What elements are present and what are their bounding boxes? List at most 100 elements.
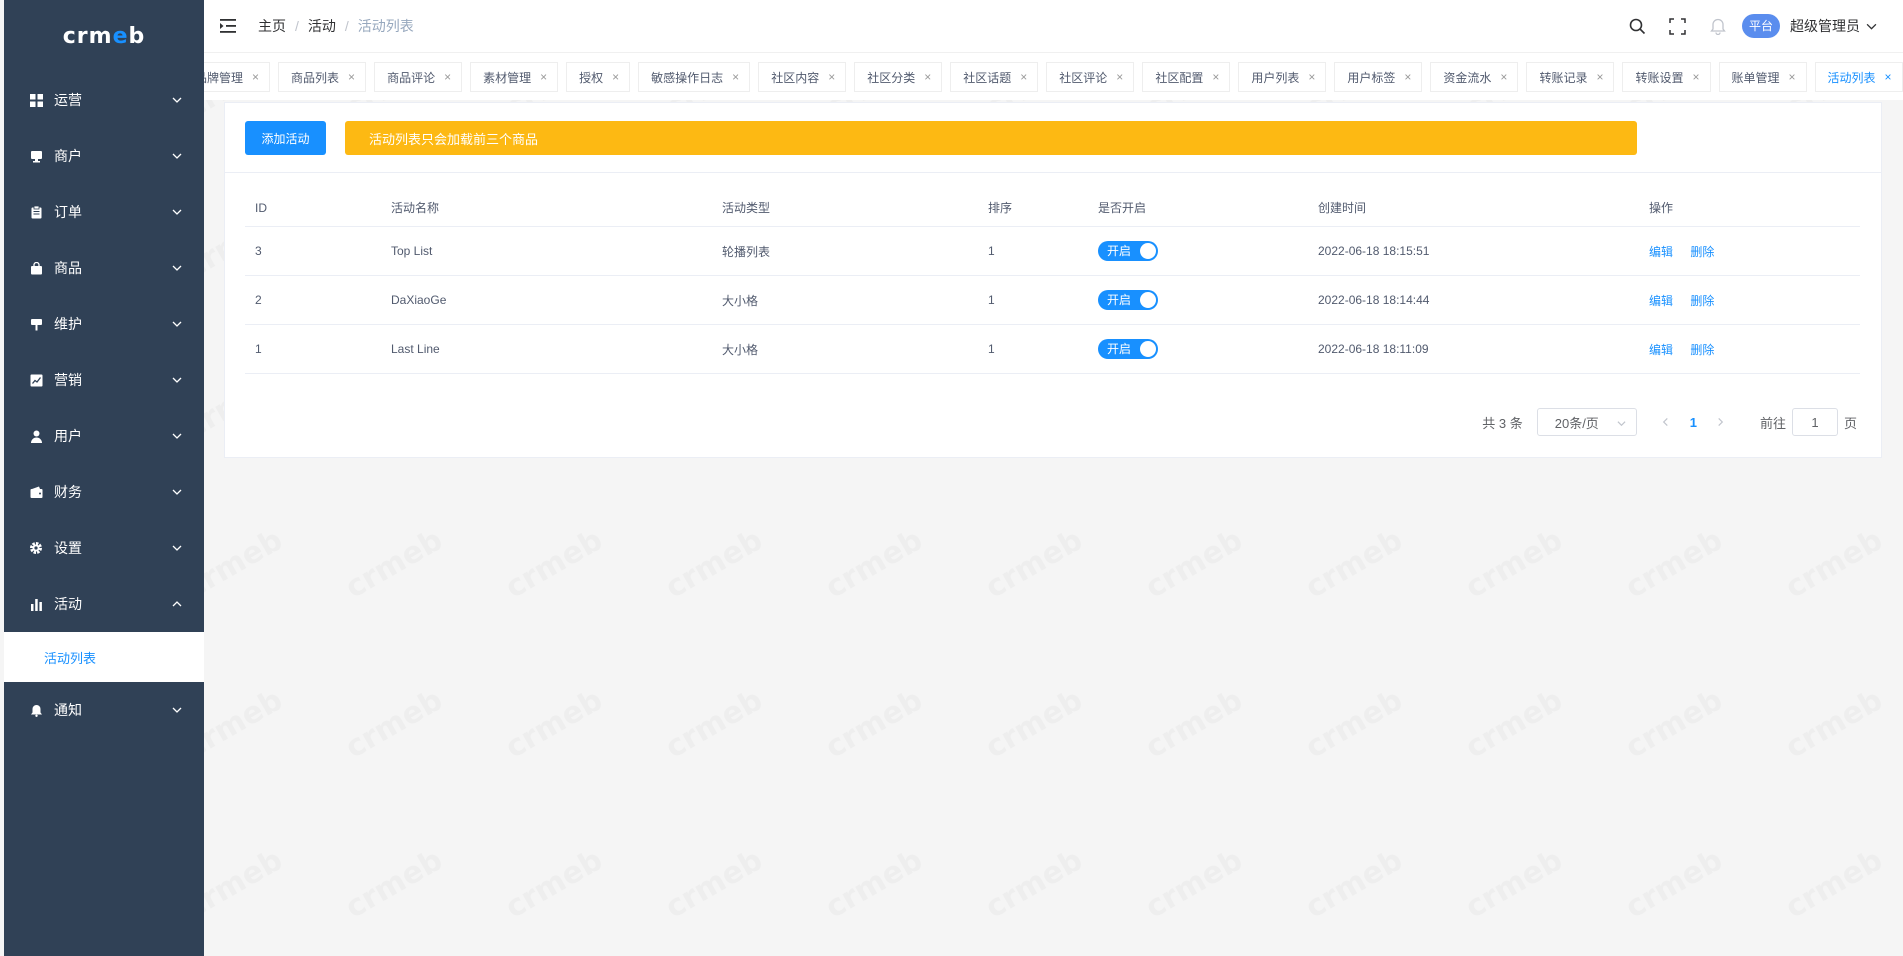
user-menu[interactable]: 超级管理员 bbox=[1790, 16, 1877, 36]
tag-5[interactable]: 敏感操作日志 × bbox=[638, 62, 751, 92]
switch-knob bbox=[1140, 243, 1156, 259]
activity-table: ID 活动名称 活动类型 排序 是否开启 创建时间 操作 3 Top List … bbox=[245, 189, 1860, 374]
close-icon[interactable]: × bbox=[612, 70, 619, 84]
prev-page-button[interactable] bbox=[1651, 408, 1681, 436]
close-icon[interactable]: × bbox=[1212, 70, 1219, 84]
close-icon[interactable]: × bbox=[1596, 70, 1603, 84]
cell-sort: 1 bbox=[988, 293, 995, 307]
edit-link[interactable]: 编辑 bbox=[1649, 343, 1673, 357]
sidebar-item-user[interactable]: 用户 bbox=[4, 408, 204, 464]
close-icon[interactable]: × bbox=[1692, 70, 1699, 84]
tag-4[interactable]: 授权 × bbox=[566, 62, 631, 92]
page-number-current[interactable]: 1 bbox=[1690, 415, 1697, 430]
breadcrumb-activity[interactable]: 活动 bbox=[308, 16, 336, 36]
tag-label: 转账设置 bbox=[1635, 70, 1684, 85]
close-icon[interactable]: × bbox=[1308, 70, 1315, 84]
enabled-switch[interactable]: 开启 bbox=[1098, 290, 1158, 310]
sidebar-item-settings[interactable]: 设置 bbox=[4, 520, 204, 576]
tag-label: 转账记录 bbox=[1539, 70, 1588, 85]
close-icon[interactable]: × bbox=[444, 70, 451, 84]
chevron-down-icon bbox=[172, 95, 182, 105]
tag-6[interactable]: 社区内容 × bbox=[758, 62, 847, 92]
sidebar-item-label: 设置 bbox=[54, 540, 82, 556]
enabled-switch[interactable]: 开启 bbox=[1098, 241, 1158, 261]
tag-1[interactable]: 商品列表 × bbox=[278, 62, 367, 92]
close-icon[interactable]: × bbox=[1404, 70, 1411, 84]
gear-icon bbox=[28, 540, 44, 556]
cell-sort: 1 bbox=[988, 244, 995, 258]
delete-link[interactable]: 删除 bbox=[1690, 294, 1714, 308]
tag-label: 敏感操作日志 bbox=[651, 70, 724, 85]
close-icon[interactable]: × bbox=[1789, 70, 1796, 84]
enabled-switch[interactable]: 开启 bbox=[1098, 339, 1158, 359]
tag-9[interactable]: 社区评论 × bbox=[1046, 62, 1135, 92]
tag-15[interactable]: 转账设置 × bbox=[1622, 62, 1711, 92]
chevron-down-icon bbox=[172, 207, 182, 217]
sidebar-item-product[interactable]: 商品 bbox=[4, 240, 204, 296]
breadcrumb-home[interactable]: 主页 bbox=[258, 16, 286, 36]
tag-14[interactable]: 转账记录 × bbox=[1526, 62, 1615, 92]
sidebar-subitem-activity-list[interactable]: 活动列表 bbox=[4, 632, 204, 682]
close-icon[interactable]: × bbox=[540, 70, 547, 84]
edit-link[interactable]: 编辑 bbox=[1649, 294, 1673, 308]
close-icon[interactable]: × bbox=[828, 70, 835, 84]
sidebar-item-label: 活动 bbox=[54, 596, 82, 612]
close-icon[interactable]: × bbox=[348, 70, 355, 84]
close-icon[interactable]: × bbox=[924, 70, 931, 84]
header-actions: 平台 超级管理员 bbox=[1608, 0, 1877, 52]
tag-16[interactable]: 账单管理 × bbox=[1718, 62, 1807, 92]
goto-label: 前往 bbox=[1759, 415, 1786, 431]
close-icon[interactable]: × bbox=[252, 70, 259, 84]
tag-2[interactable]: 商品评论 × bbox=[374, 62, 463, 92]
search-icon[interactable] bbox=[1628, 16, 1648, 36]
delete-link[interactable]: 删除 bbox=[1690, 245, 1714, 259]
notice-text: 活动列表只会加载前三个商品 bbox=[369, 131, 539, 147]
tag-8[interactable]: 社区话题 × bbox=[950, 62, 1039, 92]
close-icon[interactable]: × bbox=[1885, 70, 1892, 84]
next-page-button[interactable] bbox=[1706, 408, 1736, 436]
card-toolbar: 添加活动 活动列表只会加载前三个商品 bbox=[225, 103, 1881, 173]
tag-10[interactable]: 社区配置 × bbox=[1142, 62, 1231, 92]
delete-link[interactable]: 删除 bbox=[1690, 343, 1714, 357]
close-icon[interactable]: × bbox=[1116, 70, 1123, 84]
tag-11[interactable]: 用户列表 × bbox=[1238, 62, 1327, 92]
breadcrumb-current: 活动列表 bbox=[357, 18, 414, 34]
cell-name: Top List bbox=[391, 244, 433, 258]
close-icon[interactable]: × bbox=[1500, 70, 1507, 84]
tag-12[interactable]: 用户标签 × bbox=[1334, 62, 1423, 92]
menu-toggle-icon[interactable] bbox=[220, 16, 240, 36]
sidebar-item-finance[interactable]: 财务 bbox=[4, 464, 204, 520]
cell-created: 2022-06-18 18:15:51 bbox=[1318, 244, 1430, 258]
edit-link[interactable]: 编辑 bbox=[1649, 245, 1673, 259]
sidebar-item-merchant[interactable]: 商户 bbox=[4, 128, 204, 184]
column-header-created: 创建时间 bbox=[1318, 201, 1367, 215]
add-activity-button[interactable]: 添加活动 bbox=[245, 121, 326, 155]
sidebar-item-activity[interactable]: 活动 bbox=[4, 576, 204, 632]
tag-0[interactable]: 品牌管理 × bbox=[204, 62, 271, 92]
sidebar-subitem-label: 活动列表 bbox=[44, 650, 97, 666]
tag-7[interactable]: 社区分类 × bbox=[854, 62, 943, 92]
sidebar-item-marketing[interactable]: 营销 bbox=[4, 352, 204, 408]
bell-icon[interactable] bbox=[1708, 16, 1728, 36]
tag-3[interactable]: 素材管理 × bbox=[470, 62, 559, 92]
sidebar-item-order[interactable]: 订单 bbox=[4, 184, 204, 240]
chevron-down-icon bbox=[1866, 23, 1877, 30]
tags-view-bar: 品牌管理 × 商品列表 × 商品评论 × 素材管理 × 授权 × 敏感操作日志 × 社区内容 × 社区分类 ×… bbox=[204, 52, 1903, 100]
sidebar-item-notice[interactable]: 通知 bbox=[4, 682, 204, 738]
tag-13[interactable]: 资金流水 × bbox=[1430, 62, 1519, 92]
breadcrumb-separator: / bbox=[344, 18, 349, 34]
sidebar-item-maintenance[interactable]: 维护 bbox=[4, 296, 204, 352]
table-header-row: ID 活动名称 活动类型 排序 是否开启 创建时间 操作 bbox=[245, 189, 1860, 227]
tag-label: 社区话题 bbox=[963, 70, 1012, 85]
cell-actions: 编辑 删除 bbox=[1639, 292, 1860, 309]
goto-page-input[interactable] bbox=[1791, 408, 1838, 436]
tag-label: 资金流水 bbox=[1443, 70, 1492, 85]
tag-17[interactable]: 活动列表 × bbox=[1814, 62, 1903, 92]
page-size-select[interactable]: 20条/页 bbox=[1536, 408, 1637, 436]
fullscreen-icon[interactable] bbox=[1668, 16, 1688, 36]
close-icon[interactable]: × bbox=[1020, 70, 1027, 84]
sidebar-item-operation[interactable]: 运营 bbox=[4, 72, 204, 128]
sidebar-item-label: 运营 bbox=[54, 92, 82, 108]
logo[interactable]: crm e b bbox=[4, 0, 204, 72]
close-icon[interactable]: × bbox=[732, 70, 739, 84]
